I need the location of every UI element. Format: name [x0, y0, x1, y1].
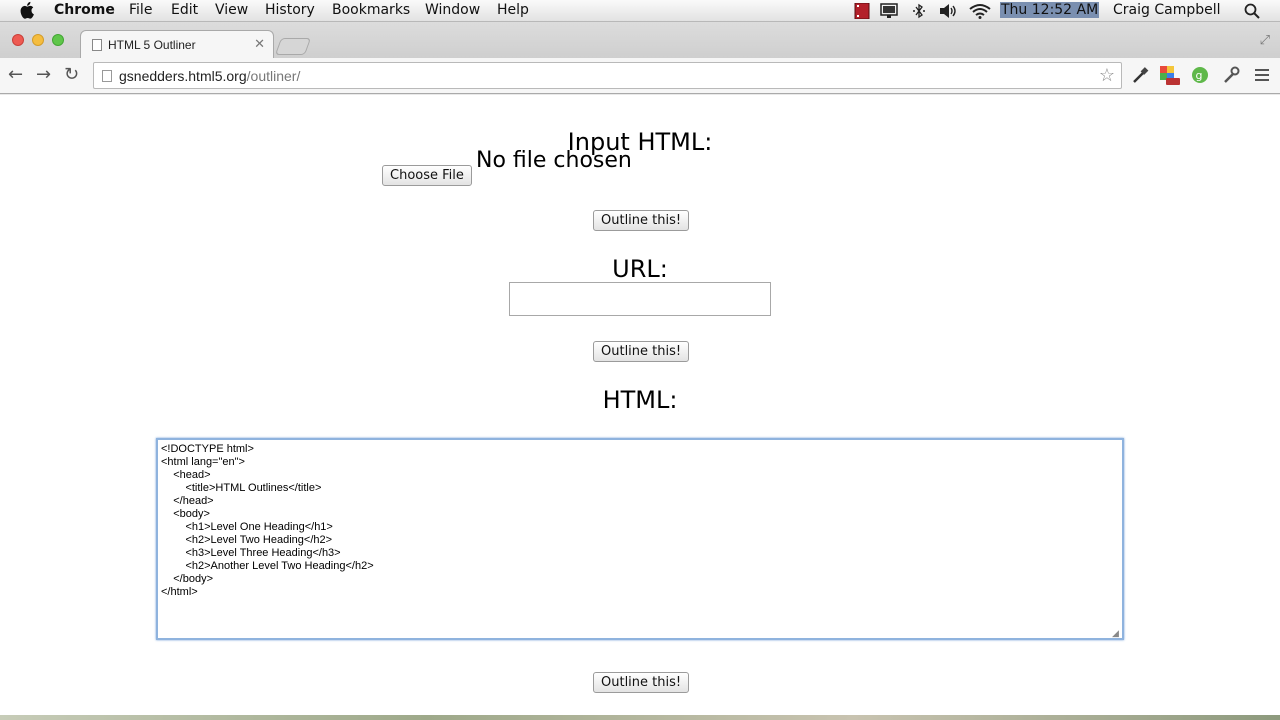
page-icon: [102, 70, 112, 82]
evernote-extension-icon[interactable]: g: [1191, 66, 1209, 84]
chrome-menu-icon[interactable]: [1254, 66, 1272, 84]
tab-html5-outliner[interactable]: HTML 5 Outliner ✕: [80, 30, 274, 58]
close-window-button[interactable]: [12, 34, 24, 46]
bookmark-star-icon[interactable]: ☆: [1099, 65, 1115, 86]
menu-help[interactable]: Help: [497, 2, 529, 18]
volume-icon[interactable]: [939, 3, 956, 19]
eyedropper-extension-icon[interactable]: [1131, 66, 1149, 84]
screen-recorder-icon[interactable]: [854, 2, 870, 20]
menubar-clock[interactable]: Thu 12:52 AM: [1000, 2, 1100, 18]
menu-bar: Chrome File Edit View History Bookmarks …: [0, 0, 1280, 22]
address-bar[interactable]: gsnedders.html5.org/outliner/ ☆: [93, 62, 1122, 89]
menubar-user[interactable]: Craig Campbell: [1113, 2, 1221, 18]
tab-strip: HTML 5 Outliner ✕ ⤢: [0, 22, 1280, 58]
fullscreen-icon[interactable]: ⤢: [1260, 32, 1270, 48]
new-tab-button[interactable]: [274, 38, 312, 55]
wrench-extension-icon[interactable]: [1222, 66, 1240, 84]
reload-icon[interactable]: ↻: [64, 64, 79, 85]
minimize-window-button[interactable]: [32, 34, 44, 46]
page-icon: [92, 39, 102, 51]
outline-file-button[interactable]: Outline this!: [593, 210, 690, 231]
outline-url-button[interactable]: Outline this!: [593, 341, 690, 362]
wifi-icon[interactable]: [969, 3, 991, 19]
menu-edit[interactable]: Edit: [171, 2, 198, 18]
url-heading: URL:: [612, 255, 668, 283]
bluetooth-icon[interactable]: [911, 3, 927, 19]
menu-view[interactable]: View: [215, 2, 248, 18]
resize-grip-icon[interactable]: ◢: [1112, 628, 1122, 638]
url-input[interactable]: [509, 282, 771, 316]
forward-arrow-icon[interactable]: →: [36, 64, 51, 85]
close-tab-icon[interactable]: ✕: [254, 36, 265, 52]
html-source-textarea[interactable]: <!DOCTYPE html> <html lang="en"> <head> …: [156, 438, 1124, 640]
browser-toolbar: ← → ↻ gsnedders.html5.org/outliner/ ☆ g: [0, 58, 1280, 94]
display-mirroring-icon[interactable]: [880, 3, 898, 19]
choose-file-button[interactable]: Choose File: [382, 165, 472, 186]
menu-history[interactable]: History: [265, 2, 315, 18]
url-domain: gsnedders.html5.org: [119, 68, 247, 84]
url-path: /outliner/: [246, 68, 301, 84]
apple-menu-icon[interactable]: [20, 1, 36, 23]
svg-text:g: g: [1196, 69, 1203, 82]
spotlight-search-icon[interactable]: [1244, 3, 1260, 19]
desktop-background-strip: [0, 715, 1280, 720]
zoom-window-button[interactable]: [52, 34, 64, 46]
address-bar-url[interactable]: gsnedders.html5.org/outliner/: [119, 68, 300, 84]
menu-app-name[interactable]: Chrome: [54, 2, 115, 18]
menu-file[interactable]: File: [129, 2, 152, 18]
tab-title: HTML 5 Outliner: [108, 38, 196, 52]
html-heading: HTML:: [602, 386, 678, 414]
back-arrow-icon[interactable]: ←: [8, 64, 23, 85]
color-extension-icon[interactable]: [1160, 66, 1180, 85]
no-file-chosen-text: No file chosen: [476, 150, 632, 172]
outline-html-button[interactable]: Outline this!: [593, 672, 690, 693]
page-content: Input HTML: Choose File No file chosen O…: [0, 95, 1280, 715]
menu-bookmarks[interactable]: Bookmarks: [332, 2, 410, 18]
menu-window[interactable]: Window: [425, 2, 480, 18]
